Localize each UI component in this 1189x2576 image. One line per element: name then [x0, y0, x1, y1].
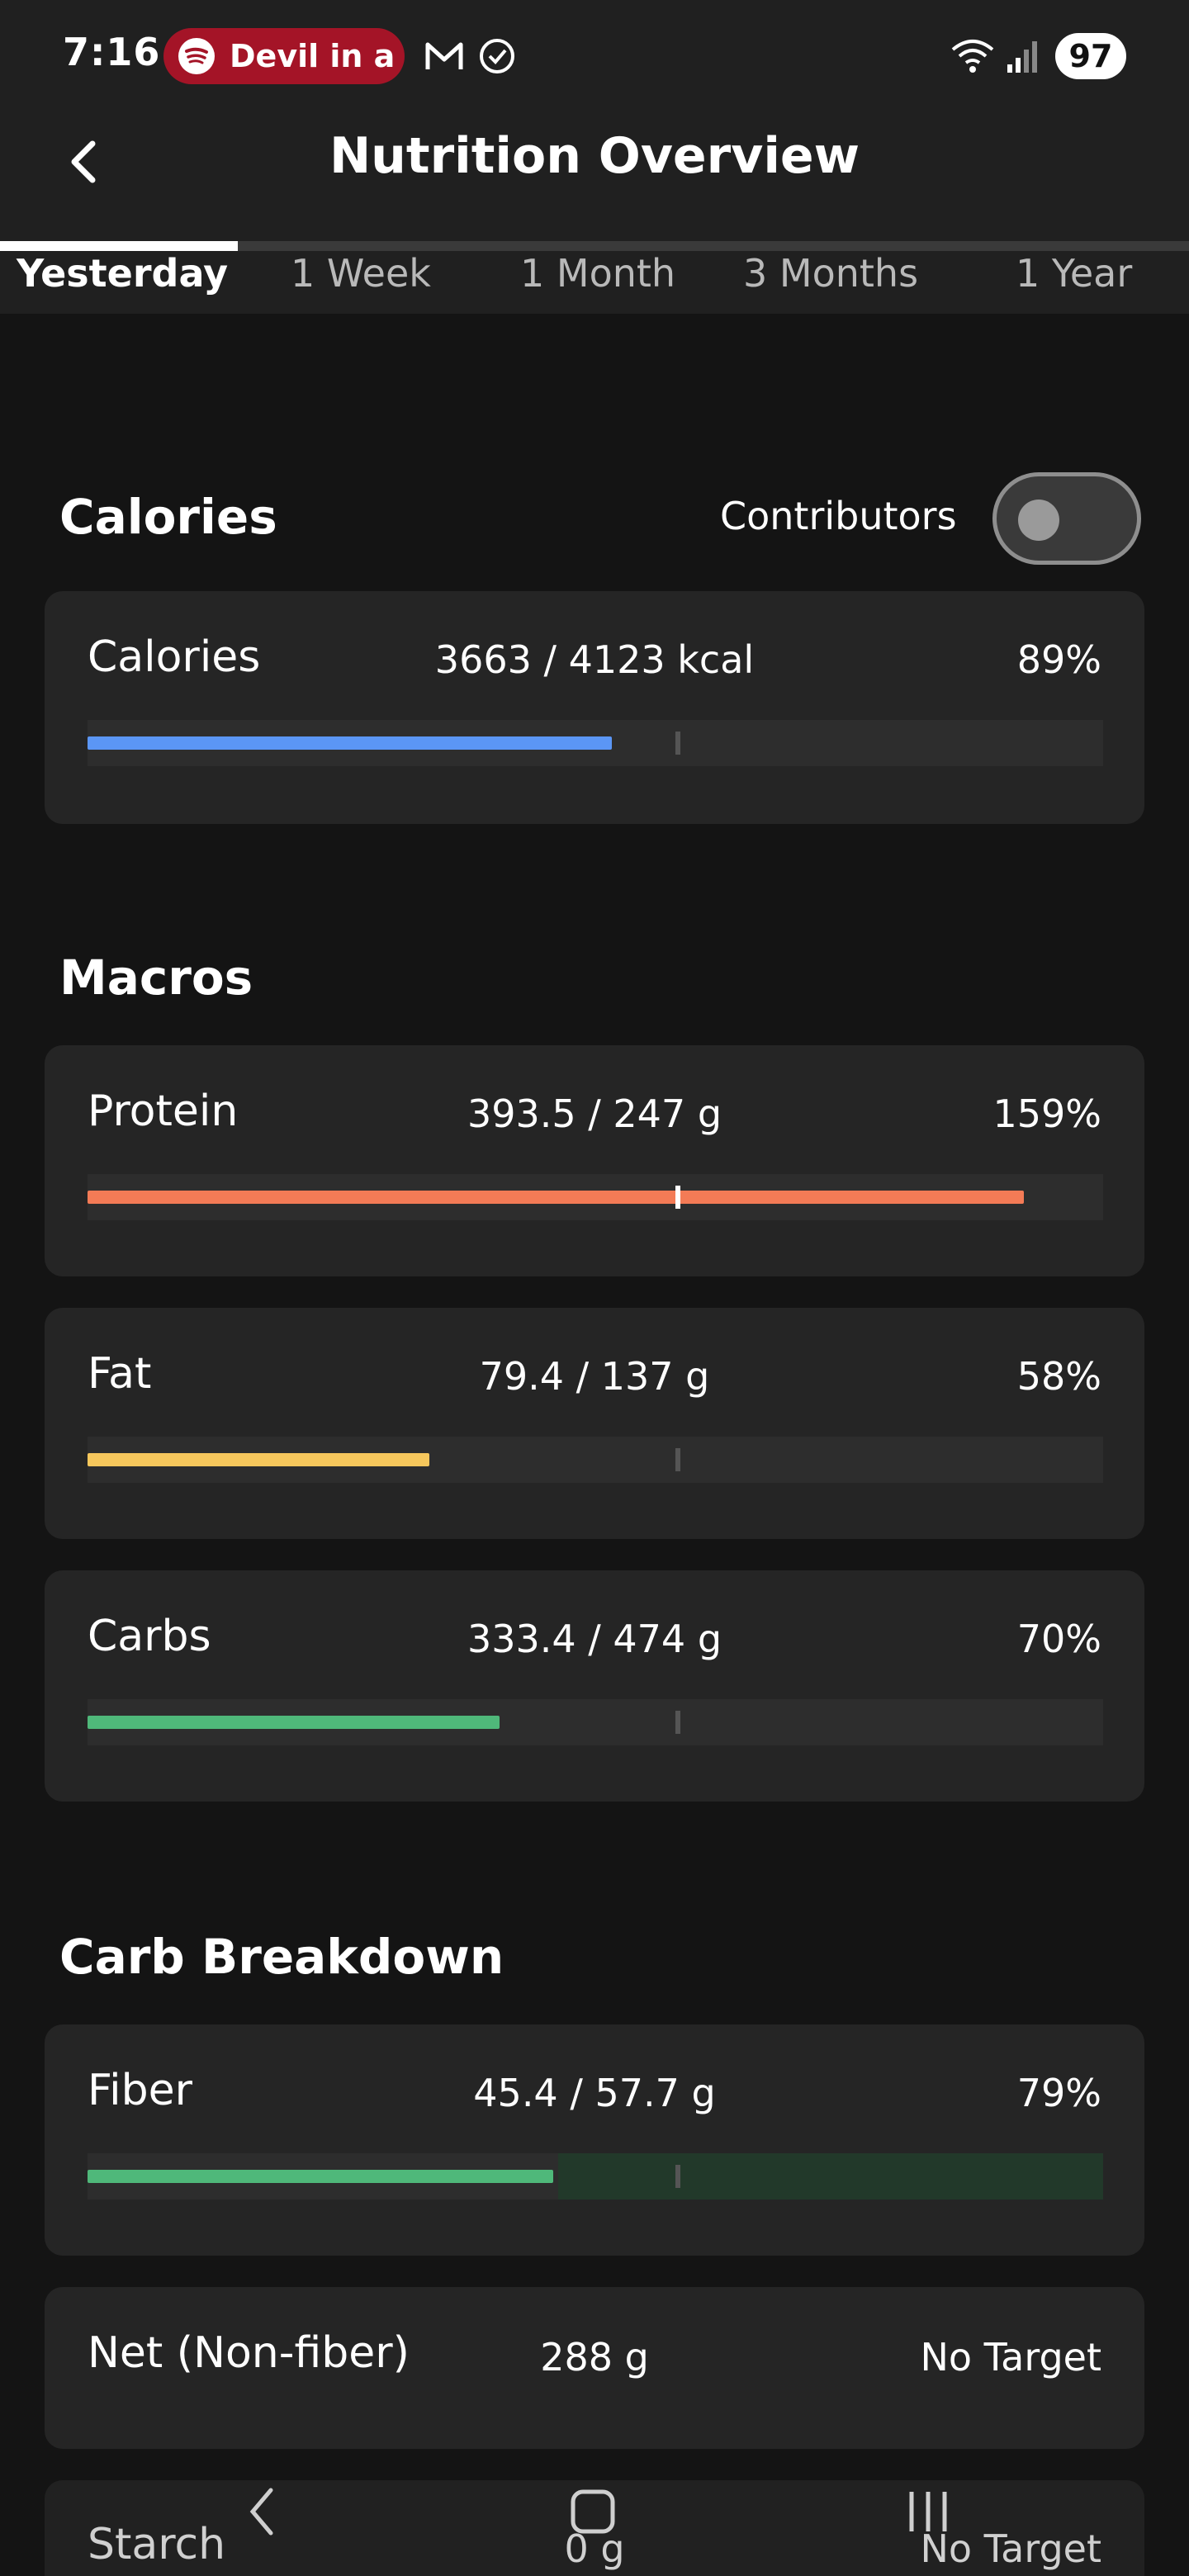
spotify-icon: [178, 38, 215, 74]
nutrient-percent: 159%: [992, 1091, 1101, 1136]
progress-track: [88, 1437, 1103, 1483]
progress-track: [88, 1699, 1103, 1745]
status-time: 7:16: [63, 30, 161, 74]
progress-fill: [88, 1716, 500, 1729]
section-title-macros: Macros: [59, 949, 253, 1006]
toggle-knob: [1018, 500, 1059, 541]
nutrient-percent: 58%: [1016, 1354, 1101, 1399]
nav-recent-apps-button[interactable]: [905, 2485, 951, 2541]
carbs-card[interactable]: Carbs 333.4 / 474 g 70%: [45, 1570, 1144, 1802]
target-band: [558, 2153, 1103, 2200]
target-marker: [675, 1186, 680, 1209]
nutrient-amount: 79.4 / 137 g: [479, 1354, 710, 1399]
nutrient-amount: 333.4 / 474 g: [467, 1617, 722, 1661]
protein-card[interactable]: Protein 393.5 / 247 g 159%: [45, 1045, 1144, 1276]
net-carbs-card[interactable]: Net (Non-fiber) 288 g No Target: [45, 2287, 1144, 2449]
status-bar: 7:16 Devil in a 97: [0, 0, 1189, 112]
progress-track: [88, 2153, 1103, 2200]
section-title-calories: Calories: [59, 489, 277, 545]
progress-track: [88, 1174, 1103, 1220]
home-square-icon: [571, 2489, 615, 2534]
wifi-icon: [950, 36, 996, 79]
back-button[interactable]: [50, 129, 116, 195]
system-nav-bar: [0, 2469, 1189, 2576]
nutrient-percent: 79%: [1016, 2071, 1101, 2115]
section-title-carb-breakdown: Carb Breakdown: [59, 1929, 504, 1985]
nav-home-button[interactable]: [570, 2485, 616, 2541]
media-notification-pill[interactable]: Devil in a: [163, 28, 405, 84]
progress-fill: [88, 1453, 429, 1466]
chevron-left-icon: [249, 2488, 273, 2536]
target-marker: [675, 1711, 680, 1734]
signal-icon: [1006, 36, 1042, 79]
media-title: Devil in a: [230, 38, 396, 74]
gmail-icon: [423, 36, 466, 79]
app-header: Nutrition Overview Yesterday 1 Week 1 Mo…: [0, 112, 1189, 314]
fat-card[interactable]: Fat 79.4 / 137 g 58%: [45, 1308, 1144, 1539]
tab-indicator: [0, 241, 238, 251]
nutrient-target: No Target: [920, 2335, 1102, 2379]
tab-1-week[interactable]: 1 Week: [291, 251, 431, 296]
nutrient-amount: 45.4 / 57.7 g: [473, 2071, 716, 2115]
nutrient-amount: 3663 / 4123 kcal: [434, 637, 755, 682]
progress-fill: [88, 2170, 553, 2183]
nutrient-percent: 89%: [1016, 637, 1101, 682]
tab-3-months[interactable]: 3 Months: [743, 251, 918, 296]
tab-yesterday[interactable]: Yesterday: [17, 251, 228, 296]
calories-card[interactable]: Calories 3663 / 4123 kcal 89%: [45, 591, 1144, 824]
period-tabs: Yesterday 1 Week 1 Month 3 Months 1 Year: [0, 251, 1189, 314]
check-circle-icon: [477, 36, 517, 79]
tab-1-year[interactable]: 1 Year: [1016, 251, 1132, 296]
progress-track: [88, 720, 1103, 766]
progress-fill: [88, 736, 612, 750]
page-title: Nutrition Overview: [329, 127, 860, 185]
target-marker: [675, 732, 680, 755]
recent-apps-icon: [909, 2492, 947, 2531]
tab-1-month[interactable]: 1 Month: [520, 251, 675, 296]
target-marker: [675, 1448, 680, 1471]
contributors-toggle[interactable]: [992, 472, 1141, 565]
nav-back-button[interactable]: [244, 2485, 281, 2541]
contributors-label: Contributors: [720, 494, 957, 538]
nutrient-percent: 70%: [1016, 1617, 1101, 1661]
chevron-left-icon: [71, 140, 96, 183]
battery-indicator: 97: [1055, 33, 1126, 79]
progress-fill: [88, 1191, 1025, 1204]
nutrient-amount: 393.5 / 247 g: [467, 1091, 722, 1136]
target-marker: [675, 2165, 680, 2188]
fiber-card[interactable]: Fiber 45.4 / 57.7 g 79%: [45, 2024, 1144, 2256]
